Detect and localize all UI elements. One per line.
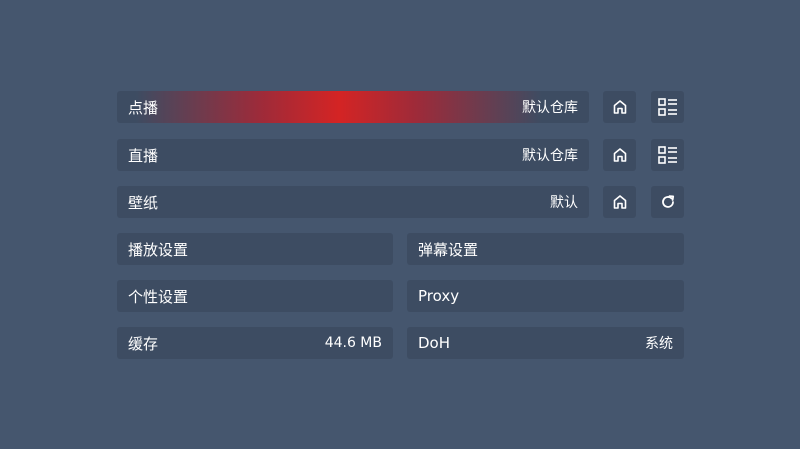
home-icon — [613, 100, 626, 114]
danmaku-settings-label: 弹幕设置 — [418, 240, 479, 259]
cache-size-value: 44.6 MB — [324, 335, 382, 351]
live-value: 默认仓库 — [522, 148, 578, 164]
home-icon — [613, 195, 626, 209]
doh-value: 系统 — [645, 336, 673, 352]
vod-list-button[interactable] — [651, 91, 684, 123]
wallpaper-refresh-button[interactable] — [651, 186, 684, 218]
refresh-icon — [661, 195, 674, 208]
wallpaper-setting-item[interactable]: 壁纸 默认 — [117, 186, 589, 218]
proxy-label: Proxy — [418, 287, 460, 305]
wallpaper-value: 默认 — [550, 195, 578, 211]
doh-label: DoH — [418, 334, 451, 352]
personal-settings-label: 个性设置 — [128, 287, 189, 306]
live-list-button[interactable] — [651, 139, 684, 171]
proxy-settings-item[interactable]: Proxy — [407, 280, 684, 312]
cache-label: 缓存 — [128, 334, 159, 353]
live-home-button[interactable] — [603, 139, 636, 171]
player-settings-item[interactable]: 播放设置 — [117, 233, 393, 265]
vod-setting-item[interactable]: 点播 默认仓库 — [117, 91, 589, 123]
vod-home-button[interactable] — [603, 91, 636, 123]
live-label: 直播 — [128, 146, 159, 165]
home-icon — [613, 148, 626, 162]
vod-label: 点播 — [128, 98, 159, 117]
danmaku-settings-item[interactable]: 弹幕设置 — [407, 233, 684, 265]
list-icon — [657, 146, 677, 164]
player-settings-label: 播放设置 — [128, 240, 189, 259]
personal-settings-item[interactable]: 个性设置 — [117, 280, 393, 312]
cache-settings-item[interactable]: 缓存 44.6 MB — [117, 327, 393, 359]
wallpaper-label: 壁纸 — [128, 193, 159, 212]
doh-settings-item[interactable]: DoH 系统 — [407, 327, 684, 359]
live-setting-item[interactable]: 直播 默认仓库 — [117, 139, 589, 171]
list-icon — [657, 98, 677, 116]
vod-value: 默认仓库 — [522, 100, 578, 116]
wallpaper-home-button[interactable] — [603, 186, 636, 218]
